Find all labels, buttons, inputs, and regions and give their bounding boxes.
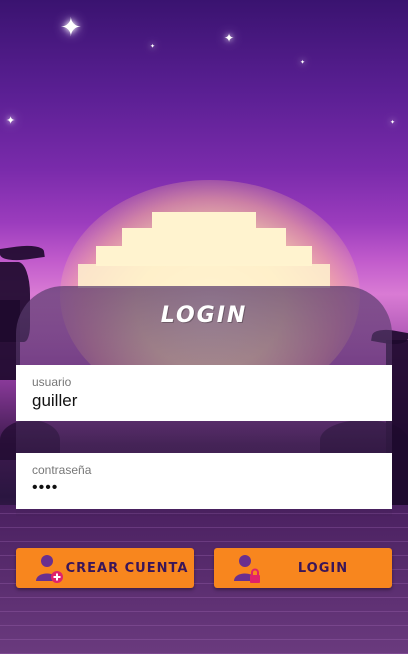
create-account-label: CREAR CUENTA — [65, 560, 189, 576]
sun-band — [122, 228, 286, 248]
star-icon: ✦ — [6, 115, 16, 127]
password-label: contraseña — [32, 463, 92, 477]
sun-band — [96, 246, 312, 266]
password-input[interactable]: •••• — [32, 479, 392, 497]
username-label: usuario — [32, 375, 72, 389]
create-account-button[interactable]: CREAR CUENTA — [16, 548, 194, 588]
sun-band — [78, 264, 330, 288]
page-title: LOGIN — [160, 303, 248, 328]
login-button[interactable]: LOGIN — [214, 548, 392, 588]
password-field[interactable]: contraseña •••• — [16, 453, 392, 509]
star-icon: ✦ — [224, 31, 235, 45]
star-icon: ✦ — [300, 60, 306, 66]
username-input[interactable]: guiller — [32, 391, 392, 411]
username-field[interactable]: usuario guiller — [16, 365, 392, 421]
star-icon: ✦ — [390, 120, 396, 126]
star-icon: ✦ — [60, 12, 82, 42]
star-icon: ✦ — [150, 44, 156, 50]
login-label: LOGIN — [297, 560, 349, 576]
